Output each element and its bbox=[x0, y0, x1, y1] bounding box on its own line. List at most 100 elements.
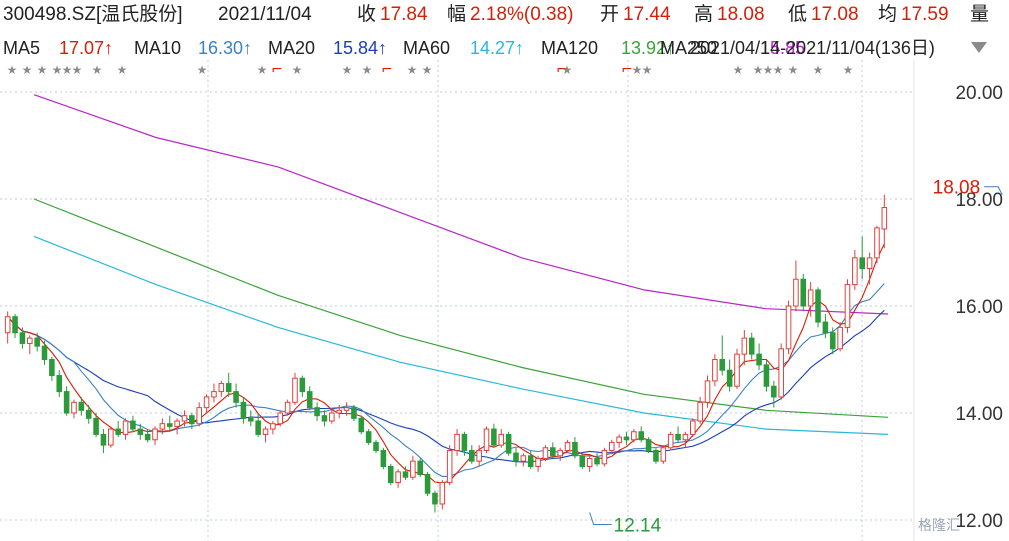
change-value: 2.18%(0.38) bbox=[470, 4, 574, 25]
candle-body bbox=[314, 407, 320, 417]
candle-body bbox=[771, 385, 777, 398]
candle-body bbox=[225, 383, 232, 393]
price-chart: 20.0018.0016.0014.0012.0018.0812.14★ ★ ★ ★ ★… bbox=[0, 60, 1003, 541]
candle-body bbox=[380, 449, 387, 468]
event-star-icon: ★ bbox=[422, 63, 433, 77]
candle-body bbox=[152, 428, 158, 441]
candle-body bbox=[645, 439, 652, 451]
candle-body bbox=[432, 492, 438, 505]
candle-body bbox=[255, 420, 261, 435]
event-star-icon: ★ bbox=[562, 63, 573, 77]
candle-body bbox=[306, 391, 313, 409]
candle-body bbox=[623, 436, 630, 441]
candle-body bbox=[181, 415, 188, 422]
candle-body bbox=[196, 407, 203, 425]
candle-body bbox=[159, 423, 166, 430]
candle-body bbox=[579, 455, 586, 467]
watermark: 格隆汇 bbox=[918, 517, 960, 533]
candle-body bbox=[704, 380, 711, 403]
avg-label: 均 bbox=[878, 4, 898, 25]
y-tick-label: 12.00 bbox=[955, 511, 1003, 532]
candle-body bbox=[778, 348, 784, 398]
candle-body bbox=[26, 337, 33, 344]
candle-body bbox=[203, 396, 210, 409]
candle-body bbox=[594, 457, 600, 465]
candle-body bbox=[697, 401, 703, 422]
event-star-icon: ★ bbox=[813, 63, 824, 77]
event-star-icon: ★ bbox=[788, 63, 799, 77]
candle-body bbox=[638, 431, 645, 441]
candle-body bbox=[564, 441, 571, 451]
candle-body bbox=[93, 417, 99, 435]
high-label: 高 bbox=[694, 4, 714, 25]
candle-body bbox=[859, 257, 866, 270]
candle-body bbox=[343, 407, 350, 411]
candle-body bbox=[277, 412, 284, 425]
candle-body bbox=[284, 401, 291, 414]
ma10-label: MA10 bbox=[134, 38, 182, 58]
event-star-icon: ★ bbox=[7, 63, 18, 77]
candle-body bbox=[763, 364, 770, 387]
candle-body bbox=[815, 289, 821, 323]
stock-code-title: 300498.SZ[温氏股份] bbox=[3, 4, 183, 25]
candle-body bbox=[550, 447, 556, 457]
candle-body bbox=[785, 305, 792, 350]
candle-body bbox=[793, 278, 799, 307]
candle-body bbox=[130, 420, 136, 430]
quote-header: 300498.SZ[温氏股份] 2021/11/04 收 17.84 幅 2.1… bbox=[0, 0, 1009, 30]
candle-body bbox=[726, 369, 733, 387]
candle-body bbox=[240, 401, 247, 419]
ma5-value: 17.07↑ bbox=[59, 38, 114, 58]
candle-body bbox=[601, 449, 608, 465]
candle-body bbox=[424, 474, 431, 494]
candle-body bbox=[874, 227, 880, 259]
candle-body bbox=[100, 433, 107, 446]
event-star-icon: ★ bbox=[733, 63, 744, 77]
candle-body bbox=[233, 391, 239, 403]
candle-body bbox=[446, 449, 453, 484]
candle-body bbox=[461, 433, 468, 451]
range-text: 2021/04/14-2021/11/04(136日) bbox=[690, 38, 935, 58]
ma20-value: 15.84↑ bbox=[333, 38, 388, 58]
event-star-icon: ★ bbox=[22, 63, 33, 77]
candle-body bbox=[336, 409, 342, 414]
candle-body bbox=[34, 337, 40, 347]
candle-body bbox=[748, 337, 755, 355]
candle-body bbox=[49, 359, 55, 377]
candle-body bbox=[270, 423, 276, 430]
triangle-down-icon[interactable] bbox=[968, 38, 990, 56]
candle-body bbox=[417, 460, 424, 476]
candle-body bbox=[557, 449, 563, 457]
event-star-icon: ★ bbox=[773, 63, 784, 77]
candle-body bbox=[535, 457, 541, 468]
close-value: 17.84 bbox=[380, 4, 428, 25]
ma20-label: MA20 bbox=[268, 38, 316, 58]
candle-body bbox=[211, 391, 217, 398]
candle-body bbox=[734, 353, 740, 387]
candle-body bbox=[218, 383, 225, 393]
high-value: 18.08 bbox=[717, 4, 765, 25]
quote-date: 2021/11/04 bbox=[218, 4, 312, 25]
candle-body bbox=[365, 431, 372, 443]
candle-body bbox=[71, 401, 77, 414]
candle-body bbox=[800, 278, 807, 307]
candle-body bbox=[174, 420, 180, 427]
ma120-label: MA120 bbox=[541, 38, 599, 58]
candle-body bbox=[527, 455, 534, 467]
event-star-icon: ★ bbox=[92, 63, 103, 77]
candle-body bbox=[299, 377, 306, 393]
candle-body bbox=[667, 433, 674, 449]
ma-line-ma60 bbox=[33, 235, 889, 435]
event-star-icon: ★ bbox=[642, 63, 653, 77]
low-value: 17.08 bbox=[811, 4, 859, 25]
candle-body bbox=[56, 375, 63, 393]
candle-body bbox=[468, 449, 475, 462]
candle-body bbox=[476, 449, 482, 462]
candle-body bbox=[387, 466, 394, 484]
candle-body bbox=[19, 332, 26, 344]
candle-body bbox=[675, 433, 681, 441]
candle-body bbox=[682, 433, 689, 441]
candle-body bbox=[247, 417, 254, 422]
candle-body bbox=[822, 321, 829, 334]
candle-body bbox=[491, 428, 497, 446]
